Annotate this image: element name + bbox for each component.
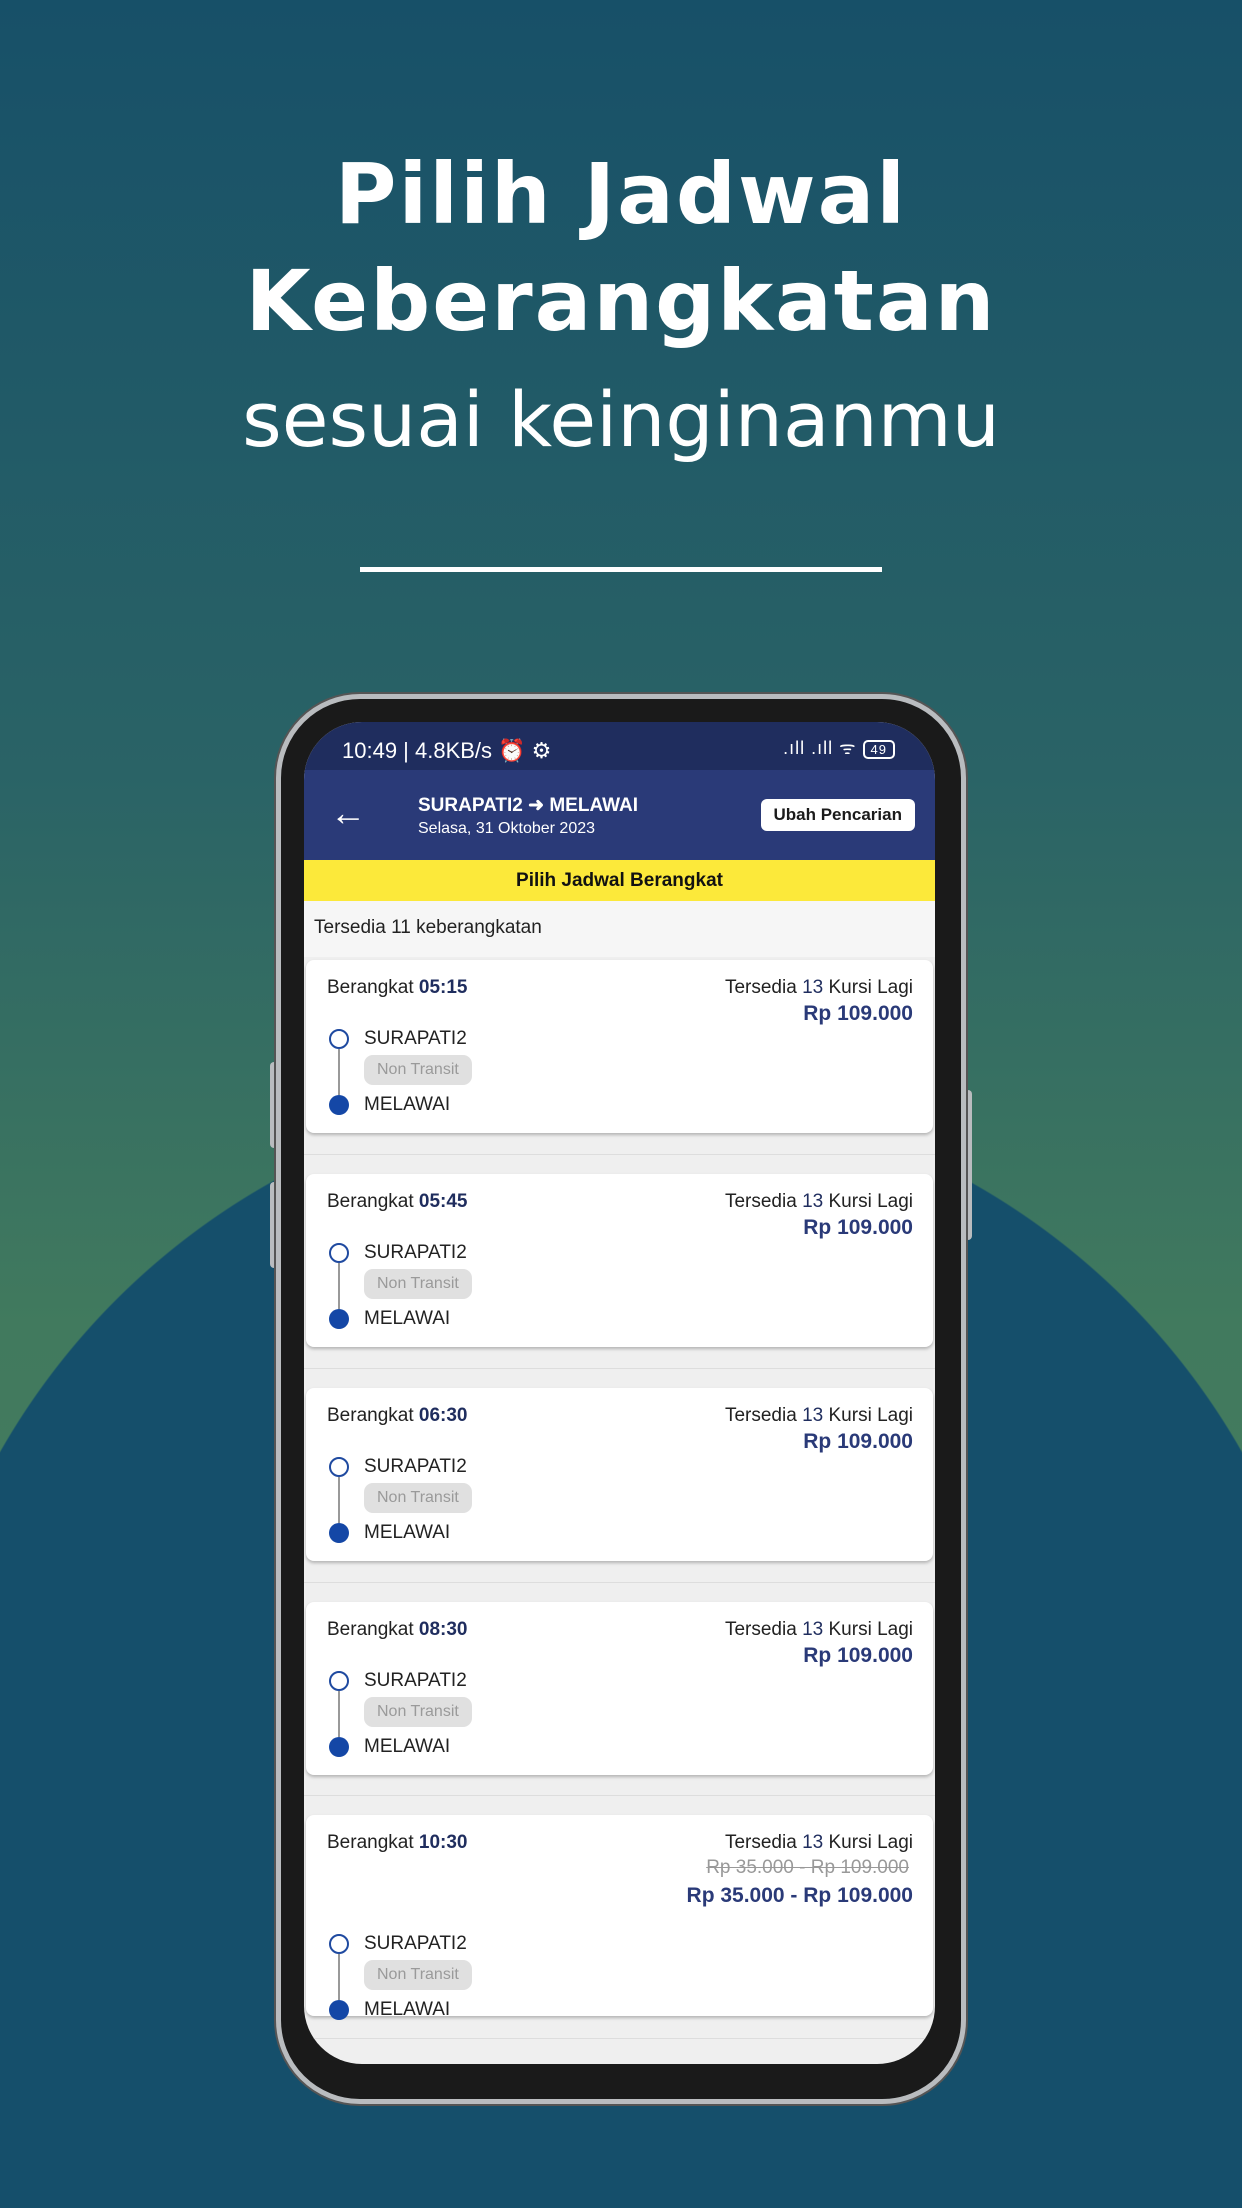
origin-stop: SURAPATI2 [364, 1028, 467, 1049]
seats-count: 13 [802, 1405, 824, 1426]
separator [304, 1582, 935, 1583]
change-search-button[interactable]: Ubah Pencarian [760, 799, 915, 831]
seats-suffix: Kursi Lagi [828, 1619, 914, 1640]
schedule-card[interactable]: Berangkat 08:30 Tersedia 13 Kursi Lagi R… [306, 1602, 933, 1775]
origin-stop: SURAPATI2 [364, 1670, 467, 1691]
hero-subtitle: sesuai keinginanmu [242, 375, 1000, 464]
seats-prefix: Tersedia [724, 977, 797, 998]
departure-time: Berangkat 10:30 [327, 1832, 468, 1854]
route-title: SURAPATI2 ➜ MELAWAI [418, 795, 639, 816]
hero-title-line2: Keberangkatan [245, 252, 997, 350]
seats-available: Tersedia 13 Kursi Lagi [725, 977, 913, 999]
departure-time: Berangkat 08:30 [327, 1619, 468, 1641]
price: Rp 109.000 [803, 1002, 913, 1025]
origin-circle-icon [329, 1243, 349, 1263]
phone-screen: 10:49 | 4.8KB/s ⏰ ⚙ .ıll .ıll ᯤ 49 ← SURA… [304, 722, 935, 2064]
battery-icon: 49 [862, 740, 895, 759]
hero-title-line1: Pilih Jadwal [334, 145, 908, 243]
schedule-card[interactable]: Berangkat 10:30 Tersedia 13 Kursi Lagi R… [306, 1815, 933, 2020]
seats-count: 13 [802, 977, 824, 998]
price: Rp 109.000 [803, 1430, 913, 1453]
origin-circle-icon [329, 1029, 349, 1049]
seats-count: 13 [802, 1191, 824, 1212]
seats-available: Tersedia 13 Kursi Lagi [725, 1191, 913, 1213]
destination-stop: MELAWAI [364, 1999, 451, 2020]
destination-dot-icon [329, 1523, 349, 1543]
old-price: Rp 35.000 - Rp 109.000 [706, 1857, 909, 1878]
seats-suffix: Kursi Lagi [828, 1191, 914, 1212]
seats-count: 13 [802, 1619, 824, 1640]
origin-circle-icon [329, 1934, 349, 1954]
destination-dot-icon [329, 1309, 349, 1329]
origin-stop: SURAPATI2 [364, 1242, 467, 1263]
route-line [338, 1954, 340, 2000]
route-line [338, 1049, 340, 1095]
time-value: 06:30 [418, 1405, 468, 1426]
departure-time: Berangkat 05:15 [327, 977, 468, 999]
departure-count: Tersedia 11 keberangkatan [304, 901, 935, 957]
price: Rp 109.000 [803, 1644, 913, 1667]
destination-stop: MELAWAI [364, 1094, 451, 1115]
destination-dot-icon [329, 1095, 349, 1115]
destination-dot-icon [329, 2000, 349, 2020]
seats-available: Tersedia 13 Kursi Lagi [725, 1405, 913, 1427]
app-bar: ← SURAPATI2 ➜ MELAWAI Selasa, 31 Oktober… [304, 770, 935, 860]
price: Rp 35.000 - Rp 109.000 [686, 1884, 913, 1907]
separator [304, 1795, 935, 1796]
time-value: 10:30 [418, 1832, 468, 1853]
separator [304, 2038, 935, 2039]
seats-count: 13 [802, 1832, 824, 1853]
separator [304, 1368, 935, 1369]
seats-suffix: Kursi Lagi [828, 1832, 914, 1853]
separator [304, 1154, 935, 1155]
departure-time: Berangkat 06:30 [327, 1405, 468, 1427]
arrow-left-icon[interactable]: ← [330, 792, 366, 834]
time-value: 08:30 [418, 1619, 468, 1640]
status-bar: 10:49 | 4.8KB/s ⏰ ⚙ .ıll .ıll ᯤ 49 [304, 722, 935, 770]
origin-circle-icon [329, 1457, 349, 1477]
transit-badge: Non Transit [364, 1483, 472, 1513]
travel-date: Selasa, 31 Oktober 2023 [418, 820, 596, 837]
seats-available: Tersedia 13 Kursi Lagi [725, 1619, 913, 1641]
schedule-card[interactable]: Berangkat 05:45 Tersedia 13 Kursi Lagi R… [306, 1174, 933, 1347]
departure-label: Berangkat [327, 1832, 414, 1853]
departure-label: Berangkat [327, 1405, 414, 1426]
seats-available: Tersedia 13 Kursi Lagi [725, 1832, 913, 1854]
route-line [338, 1691, 340, 1737]
status-text: 10:49 | 4.8KB/s ⏰ ⚙ [342, 738, 552, 763]
destination-stop: MELAWAI [364, 1522, 451, 1543]
time-value: 05:45 [418, 1191, 468, 1212]
seats-prefix: Tersedia [724, 1191, 797, 1212]
origin-circle-icon [329, 1671, 349, 1691]
seats-suffix: Kursi Lagi [828, 977, 914, 998]
destination-stop: MELAWAI [364, 1736, 451, 1757]
departure-label: Berangkat [327, 1619, 414, 1640]
seats-prefix: Tersedia [724, 1619, 797, 1640]
transit-badge: Non Transit [364, 1960, 472, 1990]
price: Rp 109.000 [803, 1216, 913, 1239]
route-line [338, 1263, 340, 1309]
signal-wifi-icon: .ıll .ıll ᯤ [783, 738, 857, 758]
origin-stop: SURAPATI2 [364, 1933, 467, 1954]
seats-prefix: Tersedia [724, 1405, 797, 1426]
seats-suffix: Kursi Lagi [828, 1405, 914, 1426]
departure-label: Berangkat [327, 977, 414, 998]
destination-stop: MELAWAI [364, 1308, 451, 1329]
schedule-card[interactable]: Berangkat 06:30 Tersedia 13 Kursi Lagi R… [306, 1388, 933, 1561]
section-banner: Pilih Jadwal Berangkat [304, 860, 935, 901]
transit-badge: Non Transit [364, 1269, 472, 1299]
divider [360, 567, 882, 572]
seats-prefix: Tersedia [724, 1832, 797, 1853]
destination-dot-icon [329, 1737, 349, 1757]
transit-badge: Non Transit [364, 1697, 472, 1727]
time-value: 05:15 [418, 977, 468, 998]
departure-label: Berangkat [327, 1191, 414, 1212]
transit-badge: Non Transit [364, 1055, 472, 1085]
route-line [338, 1477, 340, 1523]
origin-stop: SURAPATI2 [364, 1456, 467, 1477]
schedule-card[interactable]: Berangkat 05:15 Tersedia 13 Kursi Lagi R… [306, 960, 933, 1133]
departure-time: Berangkat 05:45 [327, 1191, 468, 1213]
